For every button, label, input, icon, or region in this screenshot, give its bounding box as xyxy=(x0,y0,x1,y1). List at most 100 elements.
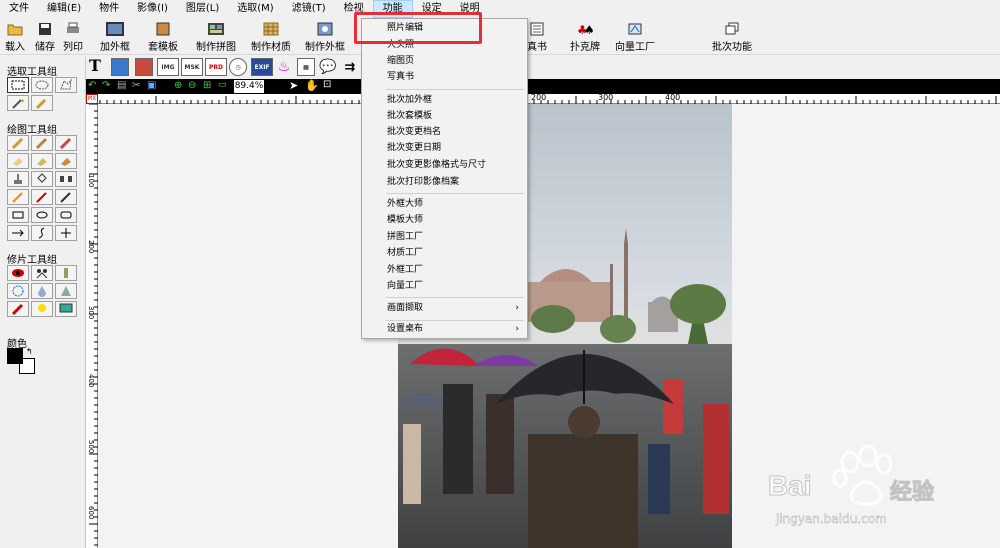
menu-template-master[interactable]: 模板大师 xyxy=(362,212,527,228)
zoom-level[interactable]: 89.4% xyxy=(234,80,264,93)
actual-size-icon[interactable]: ▭ xyxy=(218,80,227,90)
menu-thumbnail-page[interactable]: 缩图页 xyxy=(362,53,527,69)
cut-icon[interactable]: ✂ xyxy=(132,80,140,91)
blur-icon[interactable] xyxy=(55,153,77,169)
menu-material-factory[interactable]: 材质工厂 xyxy=(362,245,527,261)
template-label: 套模板 xyxy=(148,42,178,53)
menu-batch-date[interactable]: 批次变更日期 xyxy=(362,140,527,156)
sharpen-icon[interactable] xyxy=(55,283,77,299)
lasso-icon[interactable] xyxy=(55,77,77,93)
add-frame-button[interactable]: 加外框 xyxy=(100,21,130,53)
undo-icon[interactable]: ↶ xyxy=(88,80,96,91)
stamp-icon[interactable] xyxy=(7,171,29,187)
fit-window-icon[interactable]: ⊞ xyxy=(203,80,211,91)
menu-batch-format-size[interactable]: 批次变更影像格式与尺寸 xyxy=(362,157,527,173)
menu-set-wallpaper[interactable]: 设置桌布 › xyxy=(362,321,527,337)
bottle-icon[interactable] xyxy=(55,265,77,281)
menu-layer[interactable]: 图层(L) xyxy=(177,0,228,18)
fill-bucket-icon[interactable] xyxy=(31,171,53,187)
save-button[interactable]: 储存 xyxy=(35,21,55,53)
clock-icon[interactable]: ◷ xyxy=(229,58,247,76)
move-icon[interactable] xyxy=(55,225,77,241)
speech-bubble-icon[interactable]: 💬 xyxy=(319,58,337,76)
layer-photo-icon[interactable] xyxy=(135,58,153,76)
zoom-in-icon[interactable]: ⊕ xyxy=(174,80,182,91)
msk-button[interactable]: MSK xyxy=(181,58,203,76)
grid-icon[interactable]: ⊡ xyxy=(323,79,331,90)
menu-filter[interactable]: 滤镜(T) xyxy=(283,0,335,18)
airbrush-icon[interactable] xyxy=(31,135,53,151)
magic-wand-icon[interactable]: ✦ xyxy=(7,95,29,111)
menu-select[interactable]: 选取(M) xyxy=(228,0,282,18)
menu-vector-factory[interactable]: 向量工厂 xyxy=(362,278,527,294)
pencil-icon[interactable] xyxy=(7,189,29,205)
pointer-icon[interactable]: ➤ xyxy=(289,79,298,92)
clone-icon[interactable] xyxy=(31,265,53,281)
gradient-icon[interactable] xyxy=(55,171,77,187)
copy-icon[interactable]: ▤ xyxy=(117,80,126,91)
paste-icon[interactable]: ▣ xyxy=(147,80,156,91)
select-brush-icon[interactable] xyxy=(31,95,53,111)
menu-screen-capture[interactable]: 画面撷取 › xyxy=(362,300,527,316)
menu-batch-template[interactable]: 批次套模板 xyxy=(362,108,527,124)
drop-icon[interactable] xyxy=(31,283,53,299)
rect-select-icon[interactable] xyxy=(7,77,29,93)
menu-file[interactable]: 文件 xyxy=(0,0,38,18)
vector-factory-button[interactable]: 向量工厂 xyxy=(615,21,655,53)
exif-button[interactable]: EXIF xyxy=(251,58,273,76)
menu-edit[interactable]: 编辑(E) xyxy=(38,0,90,18)
function-dropdown-menu: 照片编辑 大头照 缩图页 写真书 批次加外框 批次套模板 批次变更档名 批次变更… xyxy=(361,18,528,339)
line-icon[interactable] xyxy=(7,225,29,241)
poker-button[interactable]: ♣ ♠ 扑克牌 xyxy=(570,21,600,53)
light-bulb-icon[interactable] xyxy=(31,301,53,317)
menu-separator xyxy=(386,89,524,90)
eraser-icon[interactable] xyxy=(7,153,29,169)
menu-collage-factory[interactable]: 拼图工厂 xyxy=(362,229,527,245)
menu-batch-print[interactable]: 批次打印影像档案 xyxy=(362,174,527,190)
book-label: 真书 xyxy=(527,42,547,53)
smudge-icon[interactable] xyxy=(31,153,53,169)
pen-icon[interactable] xyxy=(31,189,53,205)
calendar-icon[interactable]: ▦ xyxy=(297,58,315,76)
make-frame-button[interactable]: 制作外框 xyxy=(305,21,345,53)
prd-button[interactable]: PRD xyxy=(205,58,227,76)
ruler-corner-icon[interactable]: PIX xyxy=(86,94,98,104)
load-button[interactable]: 载入 xyxy=(5,21,25,53)
curve-icon[interactable] xyxy=(31,225,53,241)
hand-icon[interactable]: ✋ xyxy=(305,79,319,92)
arrow-right-icon[interactable]: ⇉ xyxy=(341,58,359,76)
foreground-color-swatch[interactable] xyxy=(7,348,23,364)
brush-icon[interactable] xyxy=(7,135,29,151)
batch-button[interactable]: 批次功能 xyxy=(712,21,752,53)
menu-frame-master[interactable]: 外框大师 xyxy=(362,196,527,212)
layer-image-icon[interactable] xyxy=(111,58,129,76)
menu-object[interactable]: 物件 xyxy=(90,0,128,18)
swap-colors-icon[interactable]: ↰ xyxy=(26,347,33,356)
menu-photo-book[interactable]: 写真书 xyxy=(362,69,527,85)
text-tool-icon[interactable]: T xyxy=(89,56,101,75)
art-brush-icon[interactable] xyxy=(55,135,77,151)
material-button[interactable]: 制作材质 xyxy=(251,21,291,53)
ruler-left-label: 100 xyxy=(87,174,95,188)
lipstick-icon[interactable] xyxy=(7,301,29,317)
heal-icon[interactable] xyxy=(7,283,29,299)
collage-button[interactable]: 制作拼图 xyxy=(196,21,236,53)
rectangle-icon[interactable] xyxy=(7,207,29,223)
cake-icon[interactable]: ♨ xyxy=(275,58,293,76)
menu-image[interactable]: 影像(I) xyxy=(128,0,177,18)
eyedropper-icon[interactable] xyxy=(55,189,77,205)
redo-icon[interactable]: ↷ xyxy=(102,80,110,91)
menu-batch-rename[interactable]: 批次变更档名 xyxy=(362,124,527,140)
template-button[interactable]: 套模板 xyxy=(148,21,178,53)
book-button[interactable]: 真书 xyxy=(527,21,547,53)
rounded-rect-icon[interactable] xyxy=(55,207,77,223)
menu-batch-add-frame[interactable]: 批次加外框 xyxy=(362,92,527,108)
img-button[interactable]: IMG xyxy=(157,58,179,76)
red-eye-icon[interactable] xyxy=(7,265,29,281)
ellipse-select-icon[interactable] xyxy=(31,77,53,93)
monitor-icon[interactable] xyxy=(55,301,77,317)
ellipse-icon[interactable] xyxy=(31,207,53,223)
zoom-out-icon[interactable]: ⊖ xyxy=(188,80,196,91)
print-button[interactable]: 列印 xyxy=(63,21,83,53)
menu-frame-factory[interactable]: 外框工厂 xyxy=(362,262,527,278)
